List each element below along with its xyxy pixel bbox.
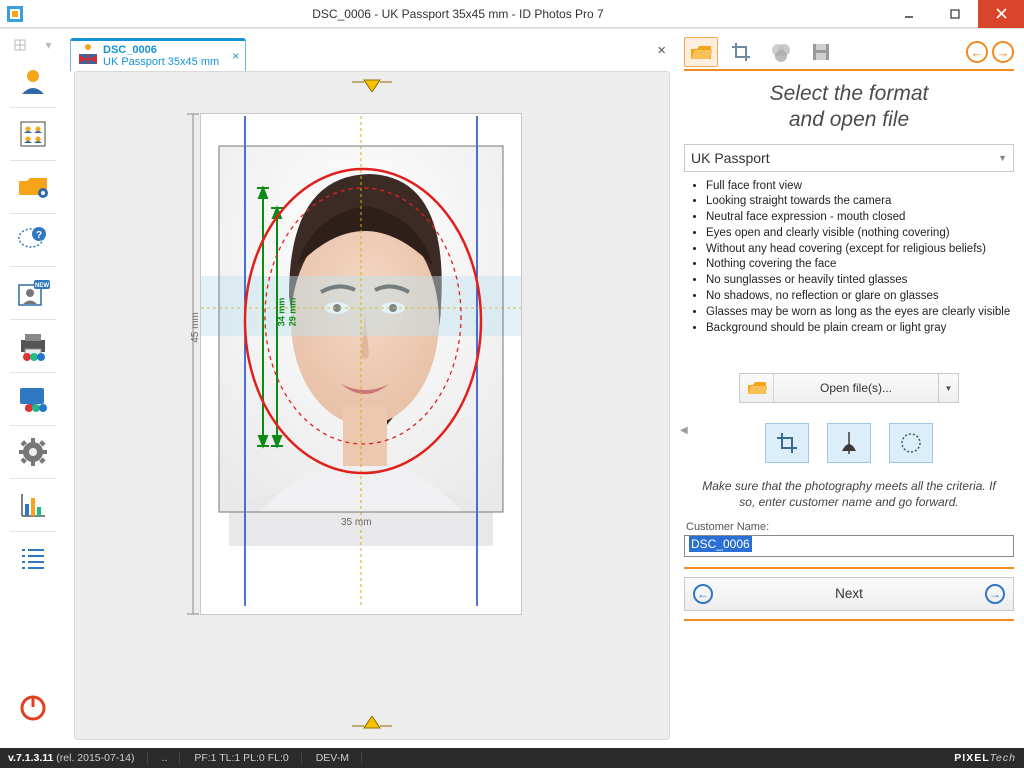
status-flags: PF:1 TL:1 PL:0 FL:0 (194, 752, 301, 764)
panel-heading: Select the formatand open file (684, 81, 1014, 134)
format-selected-value: UK Passport (691, 150, 770, 166)
height-dimension-label: 45 mm (190, 312, 201, 343)
next-button[interactable]: ← Next → (684, 577, 1014, 611)
svg-text:NEW: NEW (35, 283, 49, 289)
photo-overlay (75, 72, 669, 739)
window-title: DSC_0006 - UK Passport 35x45 mm - ID Pho… (30, 7, 886, 21)
divider (684, 619, 1014, 621)
tabstrip-close-icon[interactable]: × (657, 42, 666, 59)
tool-oval-button[interactable] (889, 423, 933, 463)
window-maximize-button[interactable] (932, 0, 978, 28)
status-release: (rel. 2015-07-14) (56, 752, 134, 764)
open-file-dropdown-caret[interactable]: ▼ (938, 374, 958, 402)
format-select[interactable]: UK Passport ▼ (684, 144, 1014, 172)
flag-mini-icon (79, 54, 97, 64)
step-crop-icon[interactable] (724, 37, 758, 67)
tool-crop-button[interactable] (765, 423, 809, 463)
settings-gear-icon[interactable] (9, 430, 57, 474)
open-file-button[interactable]: Open file(s)... ▼ (739, 373, 959, 403)
nav-next-icon[interactable]: → (992, 41, 1014, 63)
requirements-list: Full face front view Looking straight to… (706, 180, 1014, 338)
right-panel: ← → Select the formatand open file UK Pa… (678, 29, 1024, 748)
document-tab[interactable]: DSC_0006 UK Passport 35x45 mm × (70, 38, 246, 71)
tool-align-button[interactable] (827, 423, 871, 463)
requirement-item: Neutral face expression - mouth closed (706, 211, 1014, 225)
nav-prev-icon[interactable]: ← (966, 41, 988, 63)
step-adjust-icon[interactable] (764, 37, 798, 67)
customer-name-input[interactable]: DSC_0006 (684, 535, 1014, 557)
collapse-chevron-icon[interactable]: ◀ (680, 425, 688, 436)
svg-text:?: ? (36, 230, 42, 241)
person-icon[interactable] (9, 59, 57, 103)
tab-close-icon[interactable]: × (232, 49, 239, 63)
step-save-icon[interactable] (804, 37, 838, 67)
next-back-icon: ← (693, 584, 713, 604)
window-minimize-button[interactable] (886, 0, 932, 28)
requirement-item: No shadows, no reflection or glare on gl… (706, 290, 1014, 304)
folder-open-icon (740, 374, 774, 402)
new-customer-icon[interactable]: NEW (9, 271, 57, 315)
tab-title: DSC_0006 (103, 44, 219, 56)
divider (684, 567, 1014, 569)
next-forward-icon: → (985, 584, 1005, 604)
status-dots: .. (162, 752, 181, 764)
requirement-item: Looking straight towards the camera (706, 195, 1014, 209)
panel-toggle-icons[interactable]: ▾ (5, 33, 61, 57)
power-icon[interactable] (9, 686, 57, 730)
list-icon[interactable] (9, 536, 57, 580)
step-open-icon[interactable] (684, 37, 718, 67)
left-toolbar: ▾ ? NEW (0, 29, 66, 748)
requirement-item: No sunglasses or heavily tinted glasses (706, 274, 1014, 288)
instruction-note: Make sure that the photography meets all… (698, 479, 1000, 510)
print-icon[interactable] (9, 324, 57, 368)
brand-logo: PIXELTech (954, 752, 1016, 764)
status-version: v.7.1.3.11 (8, 752, 53, 764)
requirement-item: Glasses may be worn as long as the eyes … (706, 306, 1014, 320)
window-titlebar: DSC_0006 - UK Passport 35x45 mm - ID Pho… (0, 0, 1024, 28)
person-mini-icon (81, 44, 95, 54)
face-height-label-b: 29 mm (287, 298, 297, 327)
photo-canvas: 45 mm 35 mm 34 mm 29 mm (74, 71, 670, 740)
customer-name-label: Customer Name: (686, 521, 1014, 533)
stats-icon[interactable] (9, 483, 57, 527)
folder-view-icon[interactable] (9, 165, 57, 209)
requirement-item: Nothing covering the face (706, 258, 1014, 272)
requirement-item: Full face front view (706, 180, 1014, 194)
width-dimension-label: 35 mm (341, 517, 372, 528)
customer-name-value: DSC_0006 (689, 536, 752, 552)
next-label: Next (835, 586, 863, 601)
requirement-item: Without any head covering (except for re… (706, 243, 1014, 257)
requirement-item: Background should be plain cream or ligh… (706, 322, 1014, 336)
status-mode: DEV-M (316, 752, 362, 764)
window-close-button[interactable] (978, 0, 1024, 28)
face-height-label-a: 34 mm (276, 298, 286, 327)
display-icon[interactable] (9, 377, 57, 421)
group-photo-icon[interactable] (9, 112, 57, 156)
tab-bar: DSC_0006 UK Passport 35x45 mm × × (66, 29, 678, 71)
app-icon (0, 0, 30, 28)
open-file-label: Open file(s)... (774, 381, 938, 395)
requirement-item: Eyes open and clearly visible (nothing c… (706, 227, 1014, 241)
status-bar: v.7.1.3.11 (rel. 2015-07-14) .. PF:1 TL:… (0, 748, 1024, 768)
tab-subtitle: UK Passport 35x45 mm (103, 56, 219, 68)
dropdown-caret-icon: ▼ (998, 153, 1007, 163)
help-chat-icon[interactable]: ? (9, 218, 57, 262)
